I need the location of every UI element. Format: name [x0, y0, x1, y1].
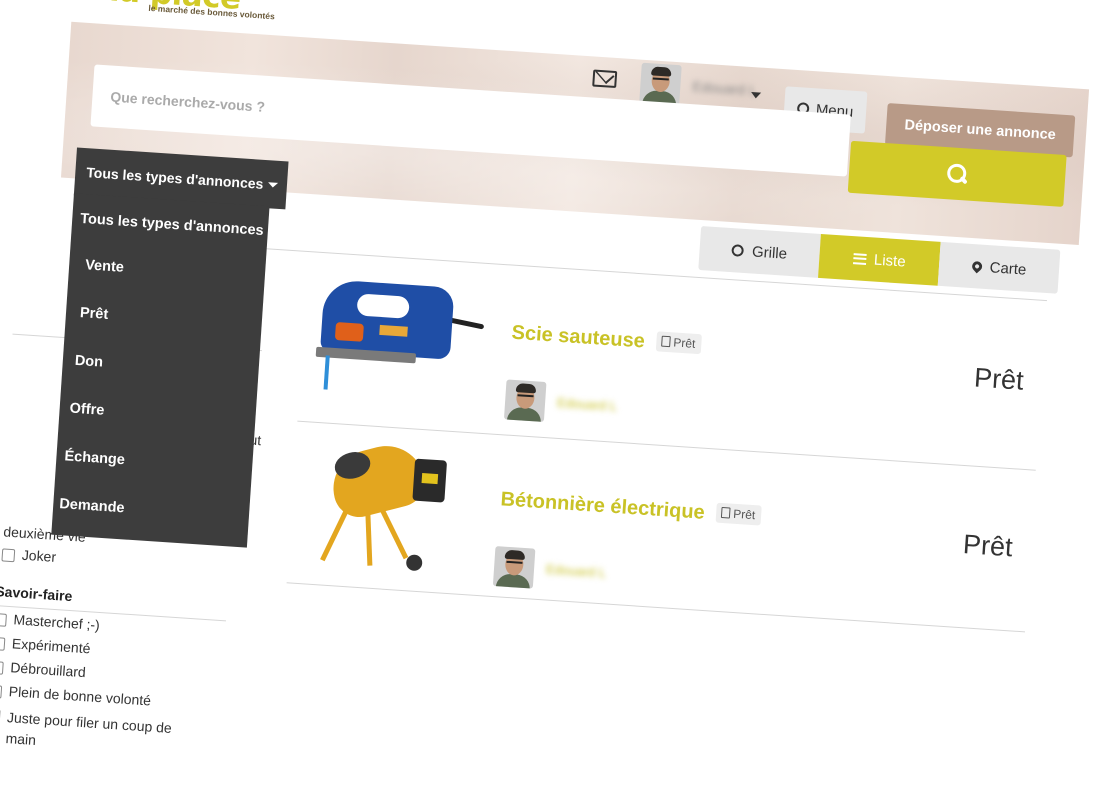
coup-de-main-label: Juste pour filer un coup de main: [5, 709, 173, 749]
bonne-volonte-checkbox[interactable]: [0, 684, 3, 699]
type-option-pret[interactable]: Prêt: [79, 292, 110, 336]
view-grid-button[interactable]: Grille: [698, 225, 821, 278]
listing-title[interactable]: Scie sauteuse Prêt: [510, 321, 703, 358]
type-option-demande[interactable]: Demande: [58, 483, 126, 529]
type-filter-selected: Tous les types d'annonces: [85, 164, 264, 192]
list-icon: [852, 252, 867, 265]
view-list-button[interactable]: Liste: [817, 233, 941, 286]
view-map-label: Carte: [989, 258, 1027, 279]
experimente-checkbox[interactable]: [0, 636, 6, 651]
mail-icon[interactable]: [592, 69, 618, 89]
listing-tag-label: Prêt: [672, 335, 696, 351]
listing-type: Prêt: [973, 362, 1025, 396]
listing-title-text: Bétonnière électrique: [499, 488, 706, 524]
type-option-offre[interactable]: Offre: [68, 388, 105, 432]
bonne-volonte-label: Plein de bonne volonté: [8, 683, 152, 709]
listing-item[interactable]: Scie sauteuse Prêt Prêt Edouard L: [298, 268, 1046, 467]
search-placeholder: Que recherchez-vous ?: [109, 88, 266, 115]
type-option-all[interactable]: Tous les types d'annonces: [79, 198, 265, 252]
listing-title[interactable]: Bétonnière électrique Prêt: [500, 488, 762, 528]
type-filter-menu: Tous les types d'annonces Vente Prêt Don…: [51, 193, 270, 548]
listing-thumbnail-jigsaw[interactable]: [299, 268, 487, 410]
type-option-vente[interactable]: Vente: [84, 244, 125, 288]
view-grid-label: Grille: [751, 242, 788, 263]
view-map-button[interactable]: Carte: [937, 241, 1061, 294]
masterchef-label: Masterchef ;-): [13, 611, 101, 633]
circle-icon: [731, 244, 745, 257]
document-icon: [720, 506, 731, 519]
listing-tag: Prêt: [655, 331, 703, 355]
listing-tag: Prêt: [715, 502, 762, 526]
debrouillard-checkbox[interactable]: [0, 660, 4, 675]
joker-label: Joker: [21, 546, 57, 565]
listing-user-name[interactable]: Edouard L: [557, 395, 618, 414]
debrouillard-label: Débrouillard: [9, 659, 87, 681]
experimente-label: Expérimenté: [11, 635, 91, 657]
search-icon: [947, 163, 968, 184]
user-avatar[interactable]: [639, 62, 682, 106]
listing-item[interactable]: Bétonnière électrique Prêt Prêt Edouard …: [287, 435, 1035, 634]
view-list-label: Liste: [873, 251, 907, 271]
listing-title-text: Scie sauteuse: [510, 321, 646, 353]
chevron-down-icon: [268, 181, 279, 188]
listing-type: Prêt: [962, 529, 1014, 563]
listing-user-name[interactable]: Edouard L: [546, 561, 607, 580]
savoir-faire-title: Savoir-faire: [0, 583, 73, 605]
listing-thumbnail-mixer[interactable]: [288, 435, 476, 577]
listing-user-avatar[interactable]: [503, 379, 547, 422]
document-icon: [661, 335, 671, 348]
type-option-echange[interactable]: Échange: [63, 435, 126, 481]
logo[interactable]: la place le marché des bonnes volontés: [108, 0, 277, 21]
coup-de-main-checkbox[interactable]: [0, 708, 1, 723]
map-pin-icon: [969, 259, 984, 274]
listing-user-avatar[interactable]: [492, 546, 536, 589]
joker-checkbox[interactable]: [1, 548, 16, 563]
user-menu-caret-icon[interactable]: [750, 92, 762, 99]
type-option-don[interactable]: Don: [73, 340, 104, 384]
masterchef-checkbox[interactable]: [0, 612, 7, 627]
listing-tag-label: Prêt: [732, 506, 756, 523]
